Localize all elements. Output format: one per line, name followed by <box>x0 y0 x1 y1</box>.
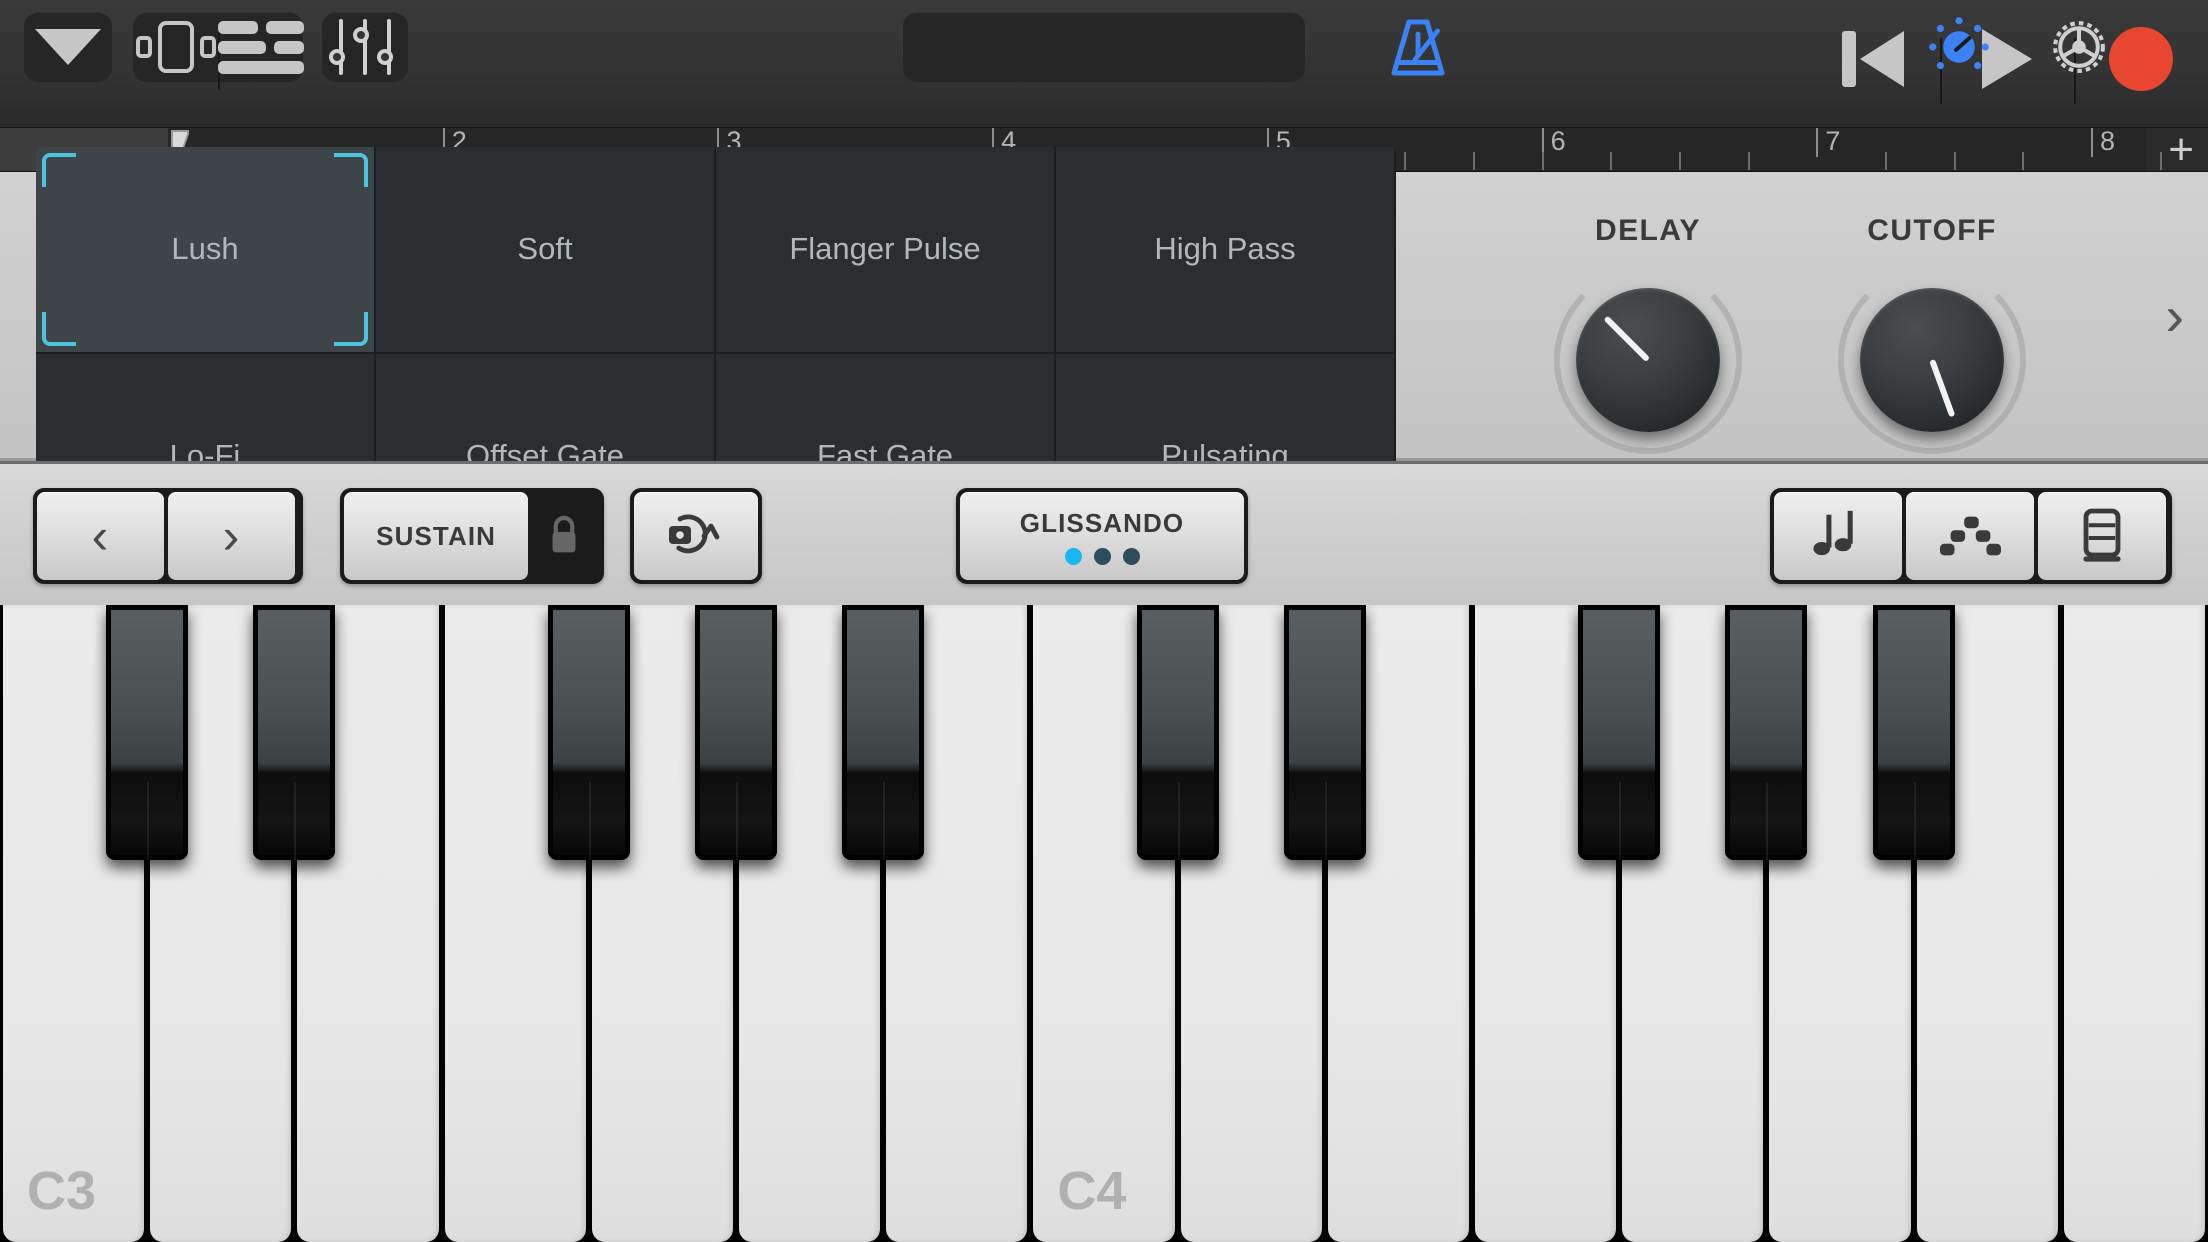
chevron-down-icon <box>35 29 101 65</box>
top-toolbar <box>0 0 2208 128</box>
fx-pad[interactable]: Lush <box>36 147 376 354</box>
fx-knob-icon <box>1929 17 1989 70</box>
delay-knob-cap <box>1576 288 1720 432</box>
arpeggiator-icon <box>1813 510 1853 556</box>
delay-knob-group: DELAY <box>1498 214 1798 454</box>
tracks-icon <box>135 21 216 73</box>
track-controls-button[interactable] <box>322 12 408 82</box>
piano-keyboard[interactable]: C3 C4 <box>0 605 2208 1242</box>
key-size-icon <box>2083 508 2121 562</box>
octave-group: ‹ › <box>33 488 303 584</box>
settings-button[interactable] <box>2033 10 2125 84</box>
ruler-tick <box>2022 152 2025 170</box>
octave-up-button[interactable]: › <box>168 492 295 580</box>
sustain-lock-button[interactable] <box>528 492 600 580</box>
glissando-group: GLISSANDO <box>956 488 1248 584</box>
glissando-dot[interactable] <box>1064 547 1082 565</box>
black-key[interactable] <box>106 605 189 860</box>
black-key[interactable] <box>1136 605 1219 860</box>
ruler-tick <box>1747 152 1750 170</box>
chevron-left-icon: ‹ <box>91 508 110 564</box>
fx-pad-label: High Pass <box>1154 231 1296 267</box>
octave-down-button[interactable]: ‹ <box>37 492 164 580</box>
fx-pad[interactable]: Soft <box>376 147 716 354</box>
ruler-tick <box>2159 152 2162 170</box>
tracks-view-button[interactable] <box>133 12 218 82</box>
next-page-button[interactable]: › <box>2165 288 2184 344</box>
metronome-button[interactable] <box>1375 14 1461 84</box>
pitch-rotate-button[interactable] <box>634 492 758 580</box>
cutoff-knob[interactable] <box>1838 266 2026 454</box>
black-key[interactable] <box>1872 605 1955 860</box>
black-key[interactable] <box>1283 605 1366 860</box>
fx-pad[interactable]: Flanger Pulse <box>716 147 1056 354</box>
ruler-tick <box>1541 152 1544 170</box>
chevron-right-icon: › <box>222 508 241 564</box>
sliders-icon <box>329 19 396 75</box>
cutoff-knob-label: CUTOFF <box>1867 214 1997 247</box>
pitch-rotate-group <box>630 488 762 584</box>
fx-pad-label: Lush <box>171 231 239 267</box>
bar-line <box>1816 128 1819 157</box>
rewind-icon <box>1842 31 1904 87</box>
black-key[interactable] <box>842 605 925 860</box>
ruler-tick <box>1953 152 1956 170</box>
pitch-rotate-icon <box>669 514 720 554</box>
black-key[interactable] <box>253 605 336 860</box>
sustain-group: SUSTAIN <box>340 488 604 584</box>
fx-pad-label: Flanger Pulse <box>789 231 981 267</box>
selection-corner <box>42 311 76 346</box>
ruler-tick <box>1472 152 1475 170</box>
metronome-icon <box>1391 19 1445 76</box>
cutoff-knob-group: CUTOFF <box>1782 214 2082 454</box>
browser-button[interactable] <box>24 12 112 82</box>
selection-corner <box>334 153 368 187</box>
selection-corner <box>42 153 76 187</box>
glissando-button[interactable]: GLISSANDO <box>960 492 1244 580</box>
glissando-mode-dots[interactable] <box>1064 547 1140 565</box>
glissando-dot[interactable] <box>1093 547 1111 565</box>
selection-corner <box>334 311 368 346</box>
bar-number: 7 <box>1825 128 1841 156</box>
black-key[interactable] <box>547 605 630 860</box>
chords-icon <box>1939 516 2001 556</box>
fx-panel: Lush Soft Flanger Pulse High Pass Lo-Fi Offse… <box>0 147 2208 560</box>
view-toggle-group[interactable] <box>133 12 304 90</box>
key-label: C4 <box>1057 1161 1127 1221</box>
ruler-tick <box>1885 152 1887 170</box>
white-key[interactable] <box>2063 605 2205 1242</box>
ruler-tick <box>1678 152 1681 170</box>
gear-icon <box>2053 21 2105 73</box>
delay-knob[interactable] <box>1554 266 1742 454</box>
list-view-button[interactable] <box>218 12 304 82</box>
ruler-tick <box>1610 152 1613 170</box>
bar-line <box>2091 128 2094 157</box>
ruler-tick <box>1404 152 1407 170</box>
add-track-button[interactable]: + <box>2168 128 2194 171</box>
fx-button[interactable] <box>1915 12 2003 82</box>
black-key[interactable] <box>1725 605 1808 860</box>
fx-pad-label: Soft <box>517 231 573 267</box>
lock-icon <box>552 515 576 553</box>
bar-number: 6 <box>1550 128 1566 156</box>
arpeggiator-button[interactable] <box>1774 492 1902 580</box>
key-size-button[interactable] <box>2038 492 2166 580</box>
sustain-button[interactable]: SUSTAIN <box>344 492 529 580</box>
bar-number: 8 <box>2100 128 2116 156</box>
transport-group <box>903 12 2173 104</box>
delay-knob-label: DELAY <box>1595 214 1701 247</box>
keyboard-tools-group <box>1770 488 2172 584</box>
sustain-label: SUSTAIN <box>376 520 497 551</box>
key-label: C3 <box>27 1161 97 1221</box>
black-key[interactable] <box>1578 605 1661 860</box>
black-key[interactable] <box>695 605 777 860</box>
glissando-label: GLISSANDO <box>1019 507 1185 538</box>
keyboard-control-bar: ‹ › SUSTAIN GLISSANDO <box>0 461 2208 605</box>
glissando-dot[interactable] <box>1122 547 1140 565</box>
chords-button[interactable] <box>1906 492 2034 580</box>
list-icon <box>218 21 304 74</box>
fx-pad[interactable]: High Pass <box>1056 147 1396 354</box>
